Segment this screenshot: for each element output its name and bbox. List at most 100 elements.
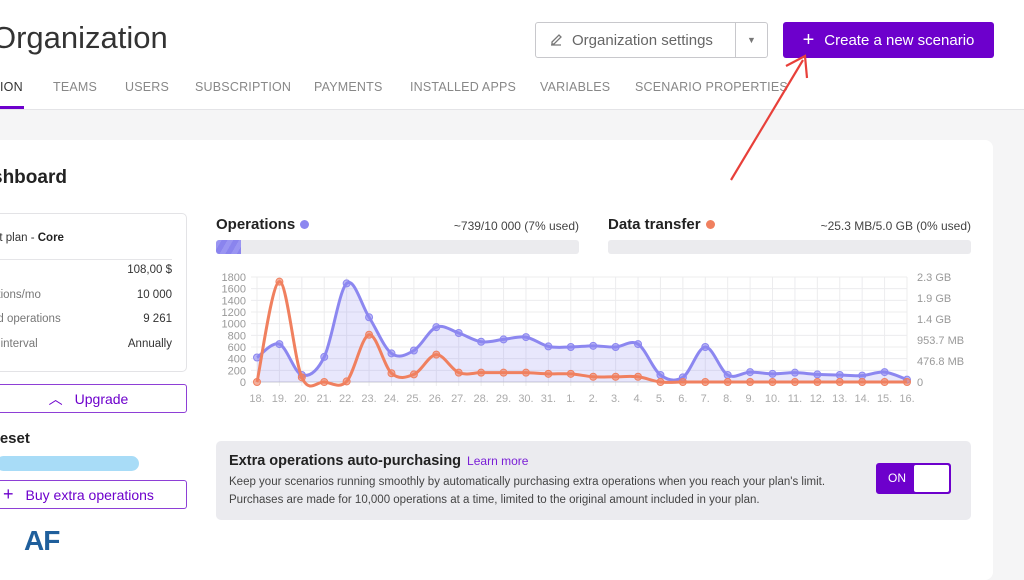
- y2-tick-label: 953.7 MB: [917, 335, 964, 347]
- tab-users[interactable]: USERS: [125, 80, 169, 94]
- operations-point: [275, 340, 284, 349]
- data-transfer-point: [746, 378, 755, 386]
- chevron-down-icon[interactable]: ▼: [736, 35, 767, 45]
- operations-point: [409, 346, 418, 355]
- row-value: Annually: [127, 338, 172, 350]
- operations-point: [790, 368, 799, 377]
- operations-legend-dot: [300, 220, 310, 229]
- transfer-title: Data transfer: [608, 216, 715, 233]
- plus-icon: +: [802, 28, 815, 51]
- x-tick-label: 1.: [566, 393, 575, 405]
- plan-row: ations/mo 10 000: [0, 289, 172, 301]
- operations-point: [320, 352, 329, 361]
- y-tick-label: 1200: [222, 307, 246, 319]
- upgrade-label: Upgrade: [74, 390, 129, 407]
- plan-row: 108,00 $: [0, 264, 172, 276]
- plan-header: nt plan - Core: [0, 232, 186, 244]
- x-tick-label: 27.: [451, 393, 466, 405]
- y-tick-label: 0: [240, 377, 246, 389]
- operations-point: [589, 341, 598, 350]
- operations-point: [477, 337, 486, 346]
- tab-variables[interactable]: VARIABLES: [540, 80, 610, 94]
- row-value: 10 000: [136, 289, 172, 301]
- transfer-label: Data transfer: [608, 216, 701, 233]
- dashboard-title: shboard: [0, 167, 67, 188]
- auto-purchasing-title: Extra operations auto-purchasing Learn mo…: [229, 453, 528, 469]
- data-transfer-point: [768, 378, 777, 386]
- data-transfer-point: [275, 277, 284, 286]
- create-scenario-label: Create a new scenario: [824, 31, 975, 49]
- y-tick-label: 800: [228, 330, 246, 342]
- chevron-up-icon: ︿: [48, 390, 63, 407]
- x-tick-label: 15.: [877, 393, 892, 405]
- upgrade-button[interactable]: ︿ Upgrade: [0, 384, 187, 413]
- data-transfer-point: [342, 377, 351, 386]
- usage-chart: 0200400600800100012001400160018000476.8 …: [222, 272, 965, 405]
- operations-point: [634, 340, 643, 349]
- x-tick-label: 19.: [272, 393, 287, 405]
- buy-extra-operations-button[interactable]: + Buy extra operations: [0, 480, 187, 509]
- learn-more-link[interactable]: Learn more: [467, 454, 528, 468]
- x-tick-label: 9.: [746, 393, 755, 405]
- redacted-text: [0, 456, 139, 471]
- data-transfer-point: [723, 378, 732, 386]
- y2-tick-label: 0: [917, 377, 923, 389]
- tab-subscription[interactable]: SUBSCRIPTION: [195, 80, 291, 94]
- x-tick-label: 5.: [656, 393, 665, 405]
- plus-icon: +: [3, 484, 14, 504]
- operations-point: [723, 371, 732, 379]
- x-tick-label: 10.: [765, 393, 780, 405]
- operations-point: [768, 369, 777, 378]
- edit-icon: [551, 34, 562, 46]
- transfer-progress: [608, 240, 971, 254]
- x-tick-label: 14.: [855, 393, 870, 405]
- page-title: Organization: [0, 20, 168, 55]
- plan-row: ed operations 9 261: [0, 313, 172, 325]
- y2-tick-label: 476.8 MB: [917, 356, 964, 368]
- operations-point: [454, 329, 463, 337]
- tab-payments[interactable]: PAYMENTS: [314, 80, 383, 94]
- operations-point: [544, 342, 553, 351]
- data-transfer-point: [253, 378, 261, 386]
- operations-point: [835, 371, 844, 379]
- x-tick-label: 2.: [589, 393, 598, 405]
- tab-organization[interactable]: ION: [0, 80, 23, 94]
- plan-row: g interval Annually: [0, 338, 172, 350]
- row-label: ations/mo: [0, 289, 41, 301]
- operations-point: [387, 349, 396, 358]
- x-tick-label: 26.: [429, 393, 444, 405]
- auto-purchasing-toggle[interactable]: ON: [876, 463, 951, 494]
- transfer-usage: ~25.3 MB/5.0 GB (0% used): [820, 219, 971, 233]
- data-transfer-point: [320, 378, 329, 386]
- y2-tick-label: 1.4 GB: [917, 314, 951, 326]
- data-transfer-point: [409, 370, 418, 379]
- active-tab-indicator: [0, 106, 24, 109]
- tab-installed-apps[interactable]: INSTALLED APPS: [410, 80, 516, 94]
- data-transfer-point: [656, 378, 665, 386]
- operations-point: [566, 343, 575, 351]
- operations-point: [432, 323, 441, 332]
- data-transfer-point: [835, 378, 844, 386]
- y-tick-label: 200: [228, 365, 246, 377]
- create-scenario-button[interactable]: + Create a new scenario: [783, 22, 994, 58]
- data-transfer-point: [589, 372, 598, 381]
- operations-point: [342, 279, 351, 288]
- operations-progress: [216, 240, 579, 254]
- x-tick-label: 30.: [518, 393, 533, 405]
- data-transfer-point: [611, 372, 620, 381]
- data-transfer-point: [813, 378, 822, 386]
- organization-settings-button[interactable]: Organization settings: [536, 23, 736, 57]
- auto-purchasing-panel: Extra operations auto-purchasing Learn mo…: [216, 441, 971, 520]
- tab-scenario-properties[interactable]: SCENARIO PROPERTIES: [635, 80, 788, 94]
- data-transfer-point: [701, 378, 710, 386]
- operations-point: [499, 335, 508, 344]
- y2-tick-label: 2.3 GB: [917, 272, 951, 284]
- toggle-knob: [914, 465, 949, 492]
- auto-purchasing-description: Keep your scenarios running smoothly by …: [229, 476, 826, 506]
- x-tick-label: 31.: [541, 393, 556, 405]
- x-tick-label: 22.: [339, 393, 354, 405]
- y-tick-label: 1400: [222, 295, 246, 307]
- data-transfer-point: [365, 330, 374, 339]
- x-tick-label: 16.: [899, 393, 914, 405]
- tab-teams[interactable]: TEAMS: [53, 80, 97, 94]
